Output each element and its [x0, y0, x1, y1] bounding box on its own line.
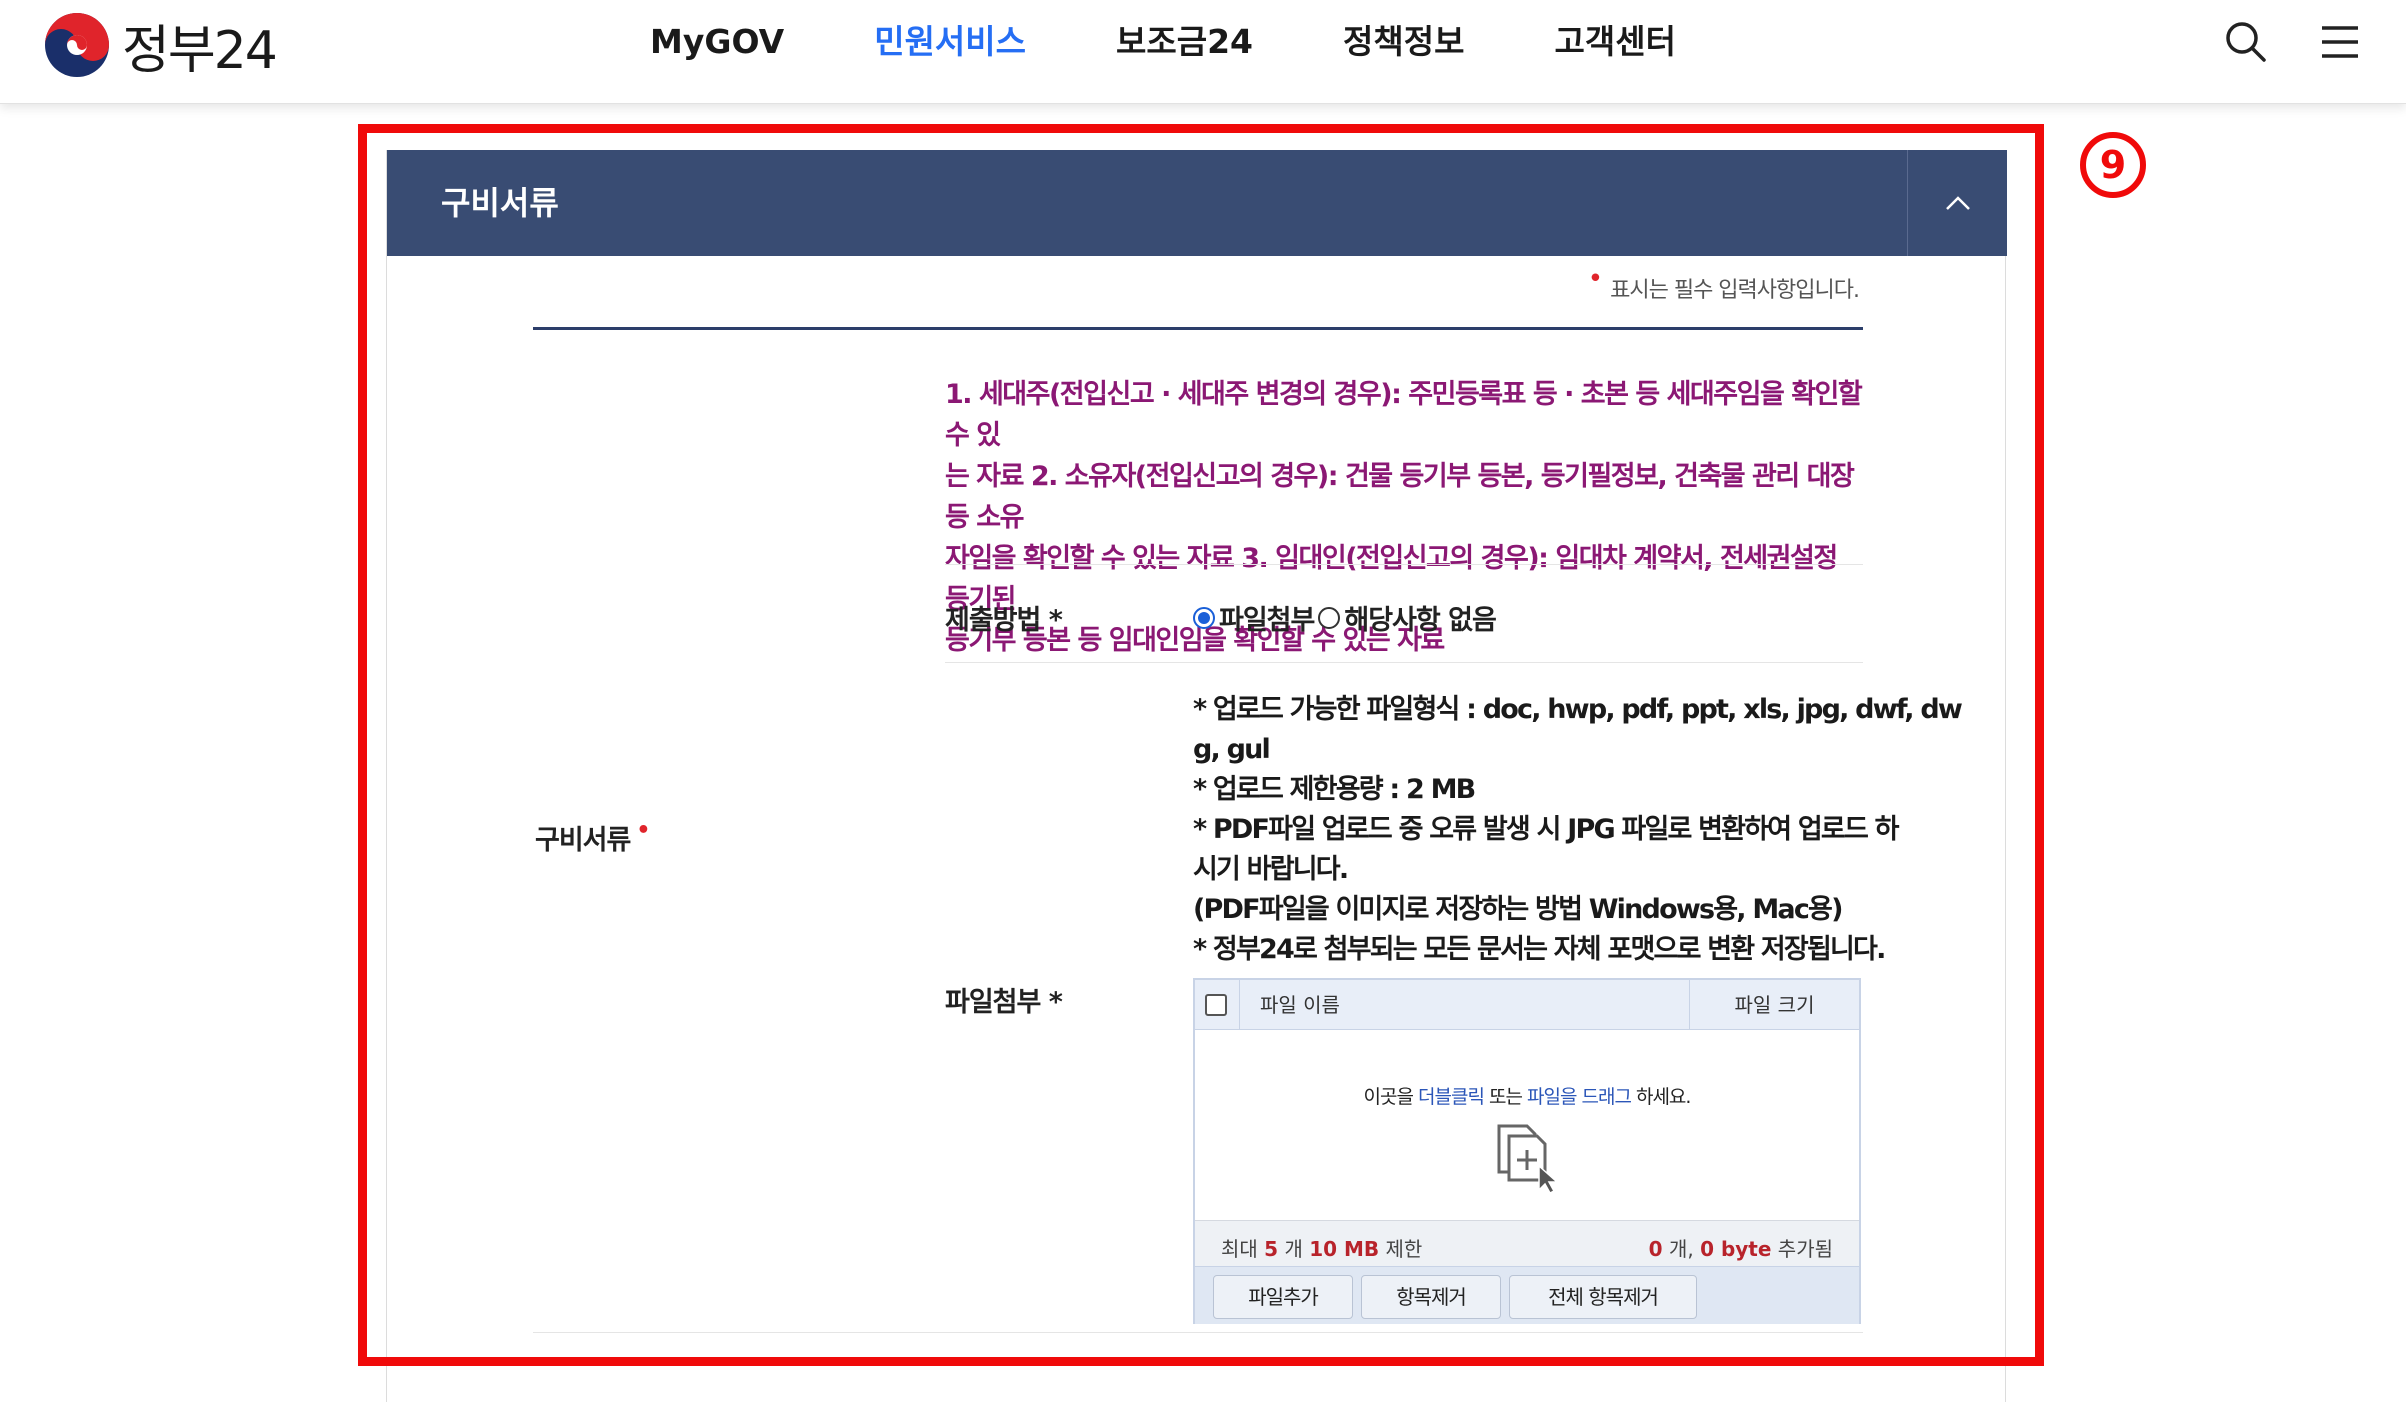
pdf-to-image-guide-link[interactable]: (PDF파일을 이미지로 저장하는 방법 Windows용, Mac용) — [1193, 890, 1873, 930]
radio-file-attach[interactable] — [1193, 606, 1215, 629]
file-list-header: 파일 이름 파일 크기 — [1195, 980, 1859, 1030]
documents-panel: 구비서류 • 표시는 필수 입력사항입니다. 1. 세대주(전입신고 · 세대주 … — [386, 150, 2007, 1402]
file-uploader: 파일 이름 파일 크기 이곳을 더블클릭 또는 파일을 드래그 하세요. 최대 … — [1193, 978, 1861, 1324]
nav-civil-service[interactable]: 민원서비스 — [829, 0, 1071, 84]
nav-mygov[interactable]: MyGOV — [605, 0, 829, 84]
select-all-checkbox[interactable] — [1205, 994, 1227, 1016]
taegeuk-logo-icon — [45, 13, 109, 77]
submit-method-label: 제출방법 * — [945, 605, 1063, 636]
collapse-button[interactable] — [1907, 150, 2007, 256]
radio-not-applicable-label[interactable]: 해당사항 없음 — [1344, 598, 1496, 637]
chevron-up-icon — [1945, 196, 1970, 210]
row-divider — [945, 564, 1863, 565]
row-divider — [945, 662, 1863, 663]
required-note: • 표시는 필수 입력사항입니다. — [1587, 264, 1860, 303]
required-dot-icon: • — [636, 818, 650, 843]
required-dot-icon: • — [1587, 264, 1603, 294]
search-icon[interactable] — [2222, 18, 2270, 66]
global-nav: MyGOV 민원서비스 보조금24 정책정보 고객센터 — [0, 0, 2406, 84]
drop-instruction: 이곳을 더블클릭 또는 파일을 드래그 하세요. — [1363, 1086, 1692, 1108]
radio-file-attach-label[interactable]: 파일첨부 — [1219, 598, 1315, 637]
row-divider — [533, 1332, 1863, 1333]
upload-guidelines: * 업로드 가능한 파일형식 : doc, hwp, pdf, ppt, xls… — [1193, 694, 1963, 965]
submit-method-options: 파일첨부 해당사항 없음 — [1193, 598, 1497, 637]
documents-label: 구비서류 • — [535, 818, 650, 856]
gov24-logo[interactable]: 정부24 — [44, 12, 278, 81]
file-attach-label: 파일첨부 * — [945, 987, 1063, 1018]
file-drop-zone[interactable]: 이곳을 더블클릭 또는 파일을 드래그 하세요. — [1195, 1030, 1859, 1220]
column-file-name: 파일 이름 — [1239, 980, 1689, 1030]
file-add-icon — [1497, 1124, 1559, 1194]
logo-text: 정부24 — [122, 20, 278, 81]
radio-not-applicable[interactable] — [1318, 606, 1341, 629]
upload-status-bar: 최대 5 개 10 MB 제한 0 개, 0 byte 추가됨 — [1195, 1220, 1859, 1266]
upload-limit-text: 최대 5 개 10 MB 제한 — [1221, 1237, 1423, 1261]
nav-subsidy24[interactable]: 보조금24 — [1071, 0, 1298, 84]
add-file-button[interactable]: 파일추가 — [1213, 1275, 1353, 1319]
panel-header: 구비서류 — [387, 150, 2007, 256]
upload-added-text: 0 개, 0 byte 추가됨 — [1648, 1237, 1833, 1261]
uploader-toolbar: 파일추가 항목제거 전체 항목제거 — [1195, 1266, 1859, 1324]
section-divider — [533, 327, 1863, 330]
column-file-size: 파일 크기 — [1689, 980, 1859, 1030]
nav-customer-center[interactable]: 고객센터 — [1509, 0, 1720, 84]
top-header: 정부24 MyGOV 민원서비스 보조금24 정책정보 고객센터 — [0, 0, 2406, 104]
remove-all-items-button[interactable]: 전체 항목제거 — [1509, 1275, 1697, 1319]
nav-policy-info[interactable]: 정책정보 — [1298, 0, 1509, 84]
panel-title: 구비서류 — [441, 184, 559, 222]
step-number-badge: 9 — [2080, 132, 2146, 198]
remove-item-button[interactable]: 항목제거 — [1361, 1275, 1501, 1319]
menu-icon[interactable] — [2316, 18, 2364, 66]
